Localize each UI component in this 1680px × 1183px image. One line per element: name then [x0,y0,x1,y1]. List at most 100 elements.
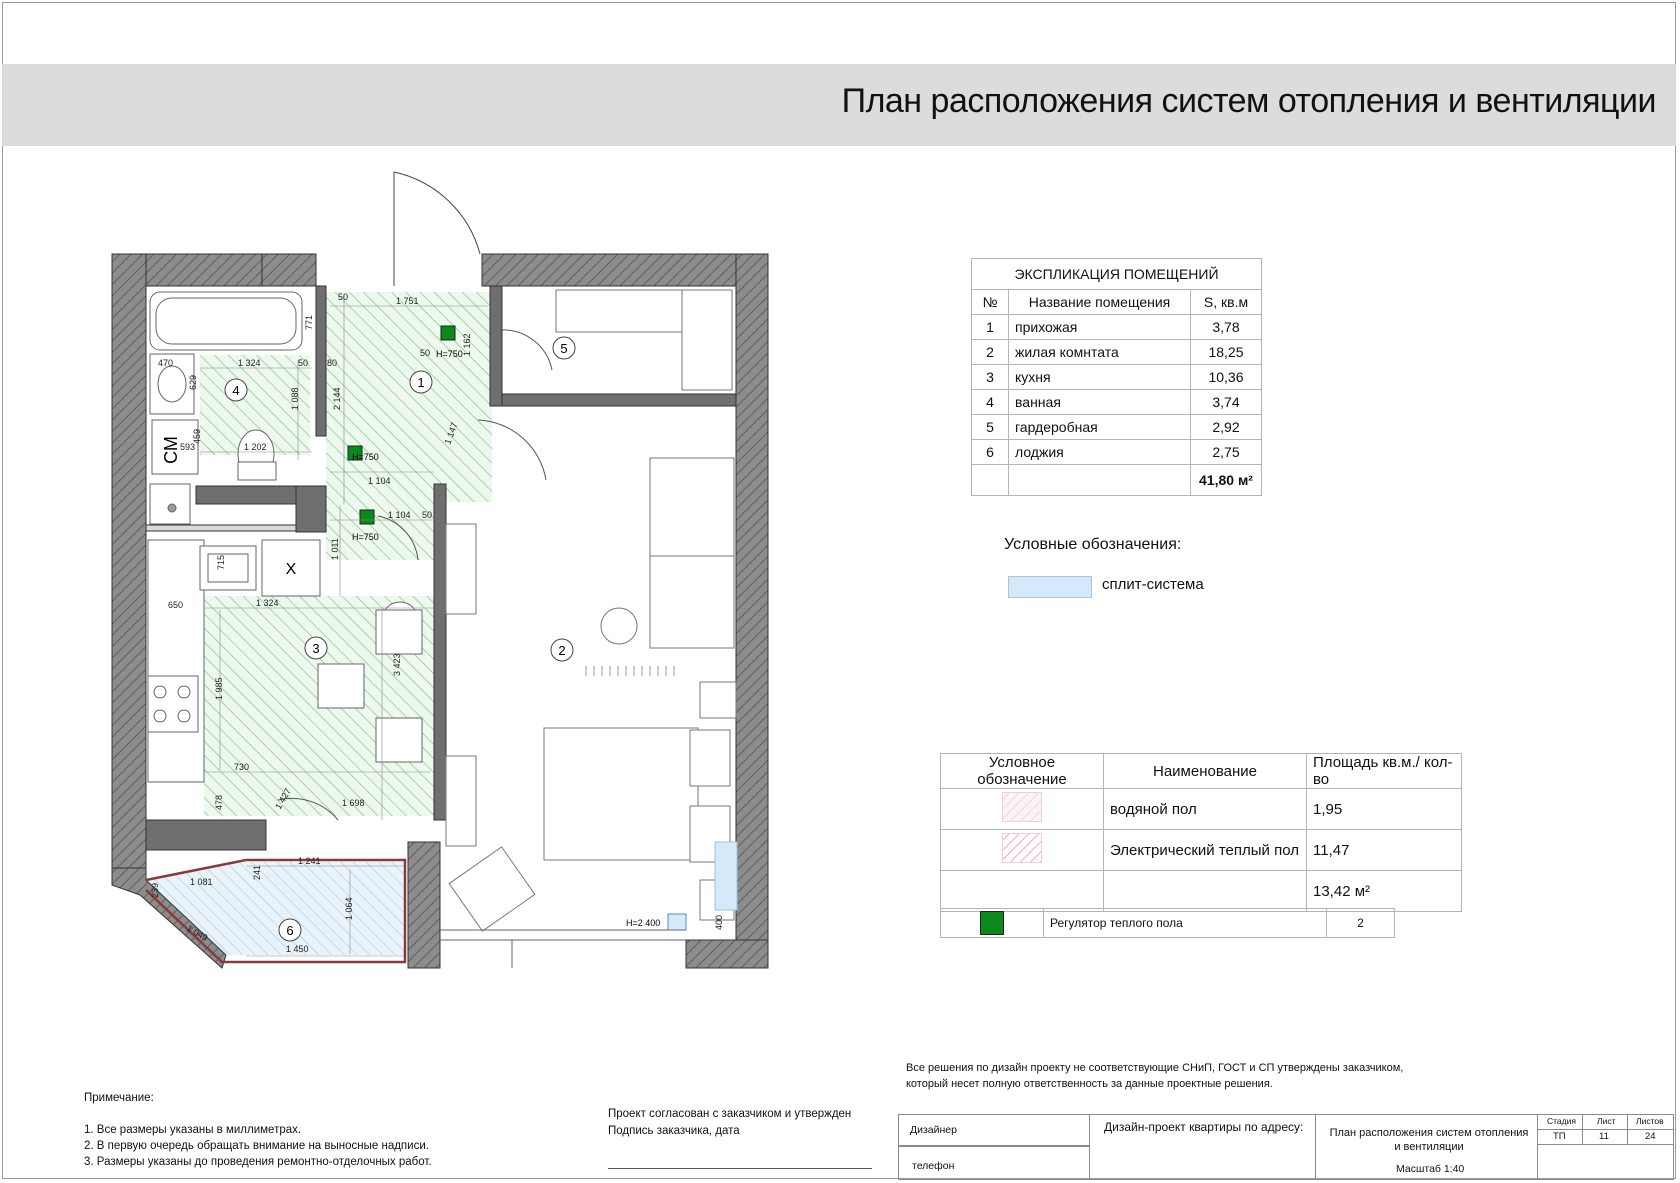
heating-header: Условное обозначение [940,753,1104,789]
table-row: 4 ванная 3,74 [971,389,1262,415]
regulator-count: 2 [1326,908,1395,938]
table-row: 13,42 м² [940,870,1462,912]
room-no: 2 [971,339,1009,365]
room-number: 3 [312,641,319,656]
dimension-label: 1 698 [342,798,365,808]
dimension-label: 1 241 [298,856,321,866]
dimension-label: 478 [214,795,224,810]
dimension-label: 629 [188,375,198,390]
stage-value: ТП [1553,1131,1566,1142]
notes: Примечание: 1. Все размеры указаны в мил… [84,1090,432,1170]
dimension-label: 1 450 [286,944,309,954]
total-area: 41,80 м² [1190,464,1262,496]
heated-area-corridor [326,500,434,560]
regulator-height-label: Н=750 [352,532,379,542]
dimension-label: 1 324 [238,358,261,368]
signature-line [608,1168,872,1169]
dimension-label: 771 [304,315,314,330]
note-item: 3. Размеры указаны до проведения ремонтн… [84,1156,432,1168]
split-system-swatch [1008,576,1092,598]
dimension-label: 50 [422,510,432,520]
room-number: 1 [417,375,424,390]
room-number: 2 [558,643,565,658]
room-area: 18,25 [1190,339,1262,365]
stage-label: Стадия [1547,1116,1576,1126]
dimension-label: 50 [298,358,308,368]
washer-label: СМ [161,436,181,464]
phone-label: телефон [912,1160,955,1172]
dimension-label: 50 [420,348,430,358]
room-number: 5 [560,341,567,356]
explication-header: № [971,289,1009,315]
dimension-label: 400 [714,915,724,930]
disclaimer-line: который несет полную ответственность за … [906,1078,1273,1090]
dimension-label: 1 985 [214,677,224,700]
scale-label: Масштаб 1:40 [1396,1163,1465,1175]
dimension-label: 730 [234,762,249,772]
sheet-value: 11 [1599,1131,1609,1142]
room-no: 6 [971,439,1009,465]
dimension-label: 80 [327,358,337,368]
windows [440,929,686,968]
regulator-height-label: Н=750 [436,349,463,359]
table-row: 1 прихожая 3,78 [971,314,1262,340]
split-height-label: Н=2 400 [626,918,660,928]
heating-name: водяной пол [1103,788,1307,830]
note-item: 2. В первую очередь обращать внимание на… [84,1140,429,1152]
water-floor-swatch [1002,792,1042,822]
room-name: гардеробная [1008,414,1191,440]
table-row: 2 жилая комнтата 18,25 [971,339,1262,365]
sheets-label: Листов [1636,1116,1664,1126]
heating-header: Наименование [1103,753,1307,789]
dimension-label: 3 423 [392,653,402,676]
table-row: 5 гардеробная 2,92 [971,414,1262,440]
dimension-label: 239 [150,883,160,898]
sheets-value: 24 [1645,1131,1656,1142]
heating-value: 1,95 [1306,788,1462,830]
regulator-table: Регулятор теплого пола 2 [940,908,1395,938]
legend-title: Условные обозначения: [1004,536,1182,553]
split-system-label: сплит-система [1102,576,1204,593]
title-block: Дизайнер телефон Дизайн-проект квартиры … [898,1114,1676,1180]
dimension-label: 1 081 [190,877,213,887]
heating-value: 11,47 [1306,829,1462,871]
room-name: ванная [1008,389,1191,415]
table-row: Регулятор теплого пола 2 [940,908,1395,938]
dimension-label: 241 [252,865,262,880]
room-area: 10,36 [1190,364,1262,390]
sheet-title: План расположения систем отопления и вен… [1329,1127,1529,1153]
explication-title: ЭКСПЛИКАЦИЯ ПОМЕЩЕНИЙ [971,258,1262,290]
regulator-marker [440,325,456,341]
room-no: 1 [971,314,1009,340]
regulator-name: Регулятор теплого пола [1043,908,1327,938]
dimension-label: 470 [158,358,173,368]
disclaimer: Все решения по дизайн проекту не соответ… [906,1060,1403,1092]
dimension-label: 593 [180,442,195,452]
room-no: 5 [971,414,1009,440]
project-address-label: Дизайн-проект квартиры по адресу: [1104,1120,1304,1134]
room-no: 4 [971,389,1009,415]
explication-table: ЭКСПЛИКАЦИЯ ПОМЕЩЕНИЙ № Название помещен… [971,258,1262,496]
room-name: лоджия [1008,439,1191,465]
explication-header: Название помещения [1008,289,1191,315]
entrance-door [393,171,481,286]
room-area: 2,92 [1190,414,1262,440]
heating-name: Электрический теплый пол [1103,829,1307,871]
electric-floor-swatch [1002,833,1042,863]
room-area: 3,78 [1190,314,1262,340]
dimension-label: 650 [168,600,183,610]
room-name: прихожая [1008,314,1191,340]
room-name: жилая комнтата [1008,339,1191,365]
explication-header: S, кв.м [1190,289,1262,315]
dimension-label: 1 162 [462,333,472,356]
regulator-swatch [980,911,1004,935]
room-area: 3,74 [1190,389,1262,415]
dimension-label: 1 751 [396,296,419,306]
table-row: Электрический теплый пол 11,47 [940,829,1462,871]
heated-area-hall [326,292,492,502]
floor-plan: СМ Х Н=750 Н=750 Н=750 Н=2 400 1 2 3 4 5… [111,171,769,969]
table-row: 3 кухня 10,36 [971,364,1262,390]
dimension-label: 1 088 [290,387,300,410]
table-row: 41,80 м² [971,464,1262,496]
dimension-label: 1 104 [388,510,411,520]
